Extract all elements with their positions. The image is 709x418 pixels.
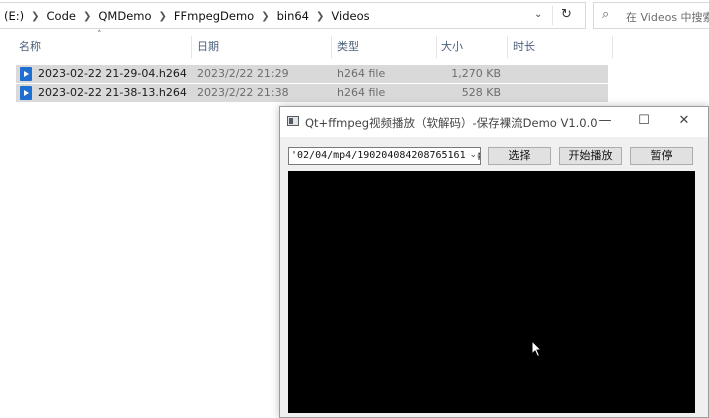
breadcrumb-separator-icon[interactable]: ❯ (316, 11, 324, 22)
file-size: 528 KB (461, 86, 501, 99)
video-file-icon (20, 67, 32, 81)
breadcrumb-separator-icon[interactable]: ❯ (31, 11, 39, 22)
file-date: 2023/2/22 21:38 (197, 86, 289, 99)
file-date: 2023/2/22 21:29 (197, 67, 289, 80)
video-file-icon (20, 86, 32, 100)
file-row[interactable]: 2023-02-22 21-29-04.h264 2023/2/22 21:29… (16, 65, 608, 83)
file-select-combobox[interactable]: '02/04/mp4/190204084208765161.mp4 ⌄ (288, 147, 481, 165)
breadcrumb: (E:) ❯ Code ❯ QMDemo ❯ FFmpegDemo ❯ bin6… (4, 9, 370, 23)
file-row[interactable]: 2023-02-22 21-38-13.h264 2023/2/22 21:38… (16, 84, 608, 102)
chevron-down-icon[interactable]: ⌄ (467, 150, 477, 160)
column-header-duration[interactable]: 时长 (513, 34, 535, 60)
file-name: 2023-02-22 21-29-04.h264 (38, 67, 187, 80)
address-history-dropdown-icon[interactable]: ⌄ (534, 9, 542, 20)
breadcrumb-separator-icon[interactable]: ❯ (261, 11, 269, 22)
column-divider[interactable] (331, 36, 332, 58)
sort-ascending-icon: ˄ (97, 30, 102, 40)
search-icon: ⌕ (602, 7, 610, 22)
pause-button[interactable]: 暂停 (630, 147, 693, 165)
column-header-name[interactable]: 名称 (19, 34, 41, 60)
refresh-icon[interactable]: ↻ (561, 7, 572, 22)
column-header-size[interactable]: 大小 (441, 34, 463, 60)
address-bar[interactable]: (E:) ❯ Code ❯ QMDemo ❯ FFmpegDemo ❯ bin6… (0, 2, 586, 29)
breadcrumb-qmdemo[interactable]: QMDemo (98, 9, 151, 23)
minimize-icon[interactable]: — (595, 113, 615, 128)
file-size: 1,270 KB (451, 67, 501, 80)
file-type: h264 file (337, 86, 386, 99)
title-bar[interactable]: Qt+ffmpeg视频播放（软解码）-保存裸流Demo V1.0.0 — ☐ ✕ (280, 107, 708, 137)
breadcrumb-separator-icon[interactable]: ❯ (83, 11, 91, 22)
breadcrumb-code[interactable]: Code (47, 9, 76, 23)
breadcrumb-videos[interactable]: Videos (331, 9, 369, 23)
breadcrumb-separator-icon[interactable]: ❯ (159, 11, 167, 22)
window-title: Qt+ffmpeg视频播放（软解码）-保存裸流Demo V1.0.0 (305, 116, 598, 130)
column-header-type[interactable]: 类型 (337, 34, 359, 60)
column-divider[interactable] (436, 36, 437, 58)
search-placeholder: 在 Videos 中搜索 (626, 11, 709, 24)
column-header-date[interactable]: 日期 (197, 34, 219, 60)
breadcrumb-bin64[interactable]: bin64 (277, 9, 309, 23)
maximize-icon[interactable]: ☐ (634, 113, 654, 128)
app-icon (287, 116, 299, 126)
breadcrumb-ffmpegdemo[interactable]: FFmpegDemo (174, 9, 254, 23)
file-type: h264 file (337, 67, 386, 80)
video-display[interactable] (288, 171, 695, 413)
mouse-cursor-icon (531, 340, 543, 358)
column-divider[interactable] (191, 36, 192, 58)
combo-value: '02/04/mp4/190204084208765161.mp4 (291, 150, 481, 161)
file-name: 2023-02-22 21-38-13.h264 (38, 86, 187, 99)
start-play-button[interactable]: 开始播放 (559, 147, 622, 165)
close-icon[interactable]: ✕ (674, 113, 694, 128)
qt-player-window: Qt+ffmpeg视频播放（软解码）-保存裸流Demo V1.0.0 — ☐ ✕… (279, 106, 709, 418)
select-button[interactable]: 选择 (488, 147, 551, 165)
column-header-row: ˄ 名称 日期 类型 大小 时长 (0, 30, 709, 60)
column-divider[interactable] (507, 36, 508, 58)
search-input[interactable]: ⌕ 在 Videos 中搜索 (593, 2, 709, 29)
breadcrumb-drive[interactable]: (E:) (4, 9, 24, 23)
address-divider (552, 6, 553, 25)
column-divider[interactable] (612, 36, 613, 58)
